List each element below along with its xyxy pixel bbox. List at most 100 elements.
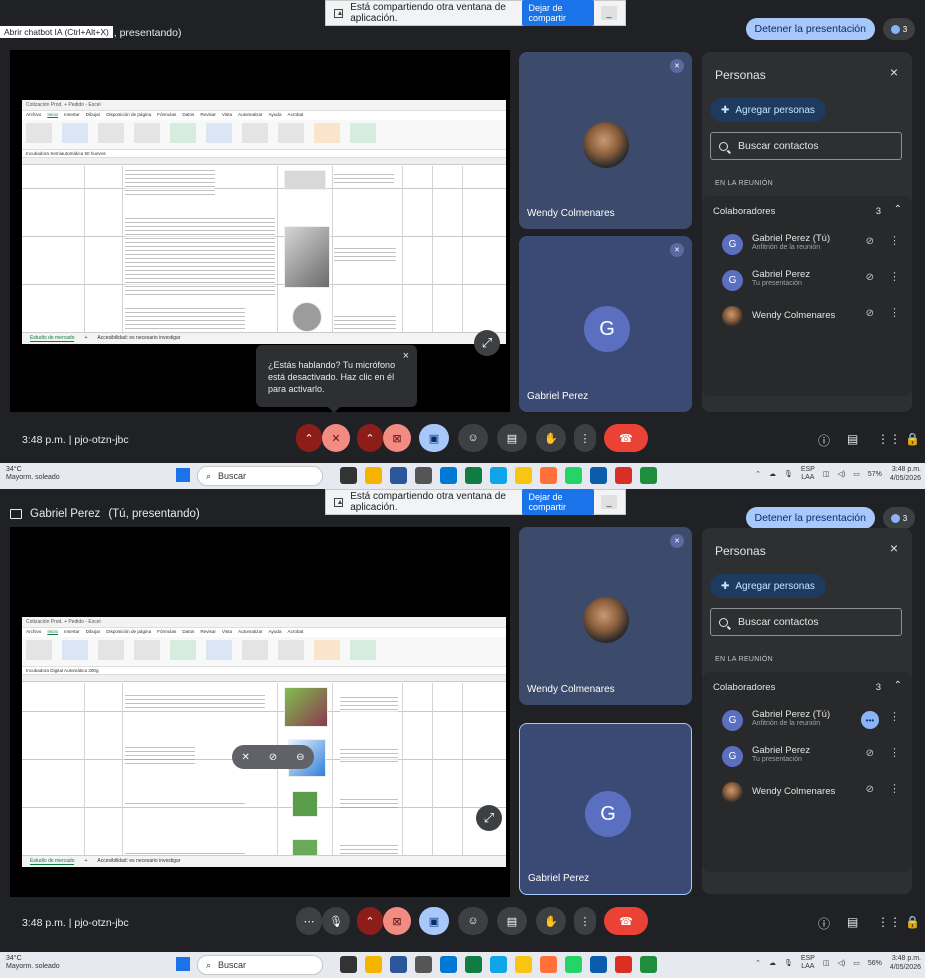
more-options-icon[interactable]: ⋮ xyxy=(889,746,900,759)
firefox-icon[interactable] xyxy=(540,467,557,484)
clock-widget[interactable]: 3:48 p.m. 4/05/2026 xyxy=(890,954,921,972)
ribbon-group[interactable] xyxy=(314,640,340,660)
close-icon[interactable]: × xyxy=(403,350,409,362)
remove-icon[interactable]: ⊖ xyxy=(296,752,304,763)
close-icon[interactable]: × xyxy=(890,64,898,80)
camera-toggle-button[interactable]: ⊠ xyxy=(383,424,411,452)
menu-acrobat[interactable]: Acrobat xyxy=(288,629,304,636)
store-icon[interactable] xyxy=(390,467,407,484)
person-row[interactable]: G Gabriel Perez Tu presentación ⊘ ⋮ xyxy=(712,268,904,296)
windows-start-icon[interactable] xyxy=(176,468,190,482)
sheet-tab-estudio[interactable]: Estudio de mercado xyxy=(30,858,75,865)
info-icon[interactable]: ⓘ xyxy=(818,915,830,932)
menu-ayuda[interactable]: Ayuda xyxy=(269,629,282,636)
edge-icon[interactable] xyxy=(490,467,507,484)
menu-disposicion[interactable]: Disposición de página xyxy=(106,112,151,119)
person-row[interactable]: G Gabriel Perez Tu presentación ⊘ ⋮ xyxy=(712,744,904,772)
ribbon-group[interactable] xyxy=(278,123,304,143)
meet-icon[interactable] xyxy=(640,467,657,484)
stop-presenting-button[interactable]: Detener la presentación xyxy=(745,18,875,40)
chevron-up-icon[interactable]: ⌃ xyxy=(755,470,761,478)
chevron-up-icon[interactable]: ⌃ xyxy=(755,959,761,967)
menu-insertar[interactable]: Insertar xyxy=(64,629,80,636)
video-options-chevron-icon[interactable]: ⌃ xyxy=(357,907,383,935)
ribbon-group[interactable] xyxy=(350,640,376,660)
widgets-icon[interactable] xyxy=(365,467,382,484)
volume-icon[interactable]: ◁) xyxy=(837,470,845,478)
camera-app-icon[interactable] xyxy=(415,956,432,973)
menu-vista[interactable]: Vista xyxy=(222,112,232,119)
menu-datos[interactable]: Datos xyxy=(182,112,194,119)
firefox-icon[interactable] xyxy=(540,956,557,973)
network-icon[interactable]: ◫ xyxy=(823,959,830,967)
mic-toggle-button[interactable]: ✕ xyxy=(322,424,350,452)
whatsapp-icon[interactable] xyxy=(565,467,582,484)
store-icon[interactable] xyxy=(390,956,407,973)
menu-inicio[interactable]: Inicio xyxy=(47,629,58,636)
acrobat-icon[interactable] xyxy=(615,956,632,973)
camera-app-icon[interactable] xyxy=(415,467,432,484)
clock-widget[interactable]: 3:48 p.m. 4/05/2026 xyxy=(890,465,921,483)
menu-disposicion[interactable]: Disposición de página xyxy=(106,629,151,636)
formula-bar[interactable]: Incubadora Semiautomática 50 huevos xyxy=(22,150,506,158)
outlook-icon[interactable] xyxy=(590,467,607,484)
photos-icon[interactable] xyxy=(440,956,457,973)
network-icon[interactable]: ◫ xyxy=(823,470,830,478)
more-options-icon[interactable]: ⋮ xyxy=(889,710,900,723)
stop-sharing-button[interactable]: Dejar de compartir xyxy=(522,0,594,26)
language-indicator[interactable]: ESP LAA xyxy=(801,955,815,971)
menu-ayuda[interactable]: Ayuda xyxy=(269,112,282,119)
weather-widget[interactable]: 34°C Mayorm. soleado xyxy=(6,466,60,482)
ribbon-group[interactable] xyxy=(278,640,304,660)
ribbon-group[interactable] xyxy=(62,123,88,143)
edge-icon[interactable] xyxy=(490,956,507,973)
tile-gabriel[interactable]: ✕ G Gabriel Perez xyxy=(519,236,692,412)
menu-datos[interactable]: Datos xyxy=(182,629,194,636)
menu-revisar[interactable]: Revisar xyxy=(200,112,216,119)
more-options-icon[interactable]: ⋮ xyxy=(889,270,900,283)
menu-revisar[interactable]: Revisar xyxy=(200,629,216,636)
ribbon-group[interactable] xyxy=(26,640,52,660)
task-view-icon[interactable] xyxy=(340,956,357,973)
meet-icon[interactable] xyxy=(640,956,657,973)
taskbar-search[interactable]: ⌕ Buscar xyxy=(197,955,323,975)
ribbon-group[interactable] xyxy=(26,123,52,143)
raise-hand-button[interactable]: ✋ xyxy=(536,424,566,452)
emoji-button[interactable]: ☺ xyxy=(458,907,488,935)
menu-formulas[interactable]: Fórmulas xyxy=(157,112,176,119)
menu-vista[interactable]: Vista xyxy=(222,629,232,636)
captions-button[interactable]: ▤ xyxy=(497,907,527,935)
ribbon-group[interactable] xyxy=(62,640,88,660)
mic-toggle-button[interactable]: 🎙 xyxy=(322,907,350,935)
ribbon-group[interactable] xyxy=(170,123,196,143)
more-options-icon[interactable]: ⋮ xyxy=(889,234,900,247)
formula-bar[interactable]: Incubadora Digital Automática 300g xyxy=(22,667,506,675)
host-controls-icon[interactable]: 🔒 xyxy=(905,915,920,929)
audio-options-chevron-icon[interactable]: ⌃ xyxy=(296,424,322,452)
tile-wendy[interactable]: ✕ Wendy Colmenares xyxy=(519,52,692,229)
file-explorer-icon[interactable] xyxy=(515,467,532,484)
file-explorer-icon[interactable] xyxy=(515,956,532,973)
person-row[interactable]: G Gabriel Perez (Tú) Anfitrión de la reu… xyxy=(712,232,904,260)
more-options-icon[interactable]: ⋮ xyxy=(574,424,596,452)
ribbon-group[interactable] xyxy=(242,123,268,143)
ribbon-group[interactable] xyxy=(314,123,340,143)
task-view-icon[interactable] xyxy=(340,467,357,484)
menu-archivo[interactable]: Archivo xyxy=(26,629,41,636)
person-row[interactable]: G Gabriel Perez (Tú) Anfitrión de la reu… xyxy=(712,708,904,736)
onedrive-icon[interactable]: ☁ xyxy=(769,959,776,967)
menu-automatizar[interactable]: Automatizar xyxy=(238,112,263,119)
captions-button[interactable]: ▤ xyxy=(497,424,527,452)
ribbon-group[interactable] xyxy=(242,640,268,660)
mic-icon[interactable]: 🎙 xyxy=(784,959,793,967)
chat-icon[interactable]: ▤ xyxy=(847,432,858,446)
menu-insertar[interactable]: Insertar xyxy=(64,112,80,119)
excel-icon[interactable] xyxy=(465,956,482,973)
activities-icon[interactable]: ⋮⋮ xyxy=(877,432,901,446)
more-options-icon[interactable]: ⋮ xyxy=(574,907,596,935)
onedrive-icon[interactable]: ☁ xyxy=(769,470,776,478)
battery-icon[interactable]: ▭ xyxy=(853,470,860,478)
ribbon-group[interactable] xyxy=(206,640,232,660)
menu-formulas[interactable]: Fórmulas xyxy=(157,629,176,636)
tile-gabriel[interactable]: G Gabriel Perez xyxy=(519,723,692,895)
